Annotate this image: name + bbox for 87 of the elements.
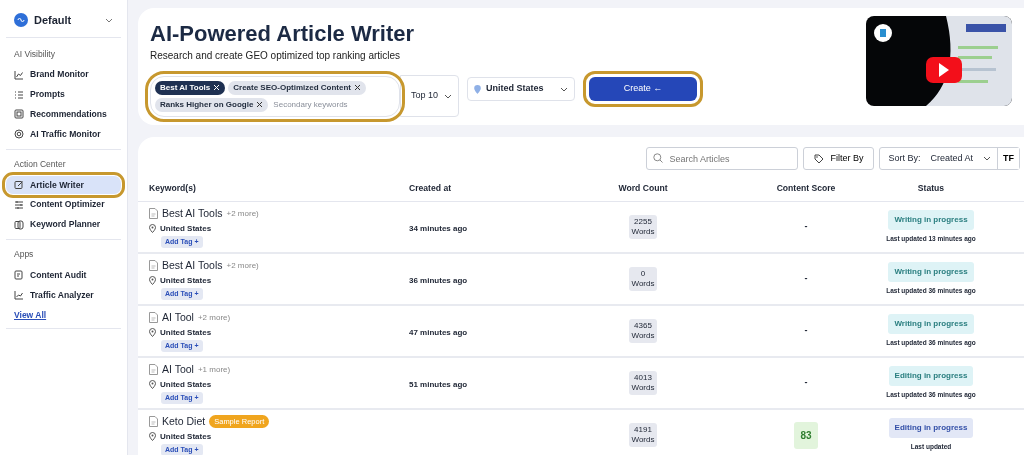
sidebar-item[interactable]: Recommendations — [6, 105, 121, 124]
edit-icon — [14, 180, 24, 190]
column-header: Keyword(s) — [148, 182, 197, 196]
sidebar-item[interactable]: Content Optimizer — [6, 195, 121, 215]
section-title: Apps — [13, 248, 35, 262]
chevron-down-icon[interactable] — [105, 17, 113, 23]
column-header: Status — [916, 182, 946, 196]
word-count-badge: 0 Words — [628, 266, 658, 292]
location-text: United States — [160, 222, 212, 235]
optimizer-icon — [14, 199, 24, 210]
chevron-down-icon — [560, 86, 569, 92]
column-header: Created at — [408, 182, 453, 196]
sidebar-item[interactable]: Brand Monitor — [6, 65, 121, 85]
word-count-badge: 4365 Words — [628, 318, 658, 344]
word-count-badge: 2255 Words — [628, 214, 658, 240]
word-count-badge: 4191 Words — [628, 422, 658, 448]
sidebar-item[interactable]: Content Audit — [6, 266, 121, 285]
keyword-title[interactable]: Best AI Tools — [162, 205, 223, 222]
sidebar-item[interactable]: AI Traffic Monitor — [6, 124, 121, 144]
workspace-name: Default — [34, 13, 73, 28]
list-icon — [14, 89, 24, 100]
location-text: United States — [160, 378, 212, 391]
location-text: United States — [160, 274, 212, 287]
logo-icon — [14, 13, 28, 28]
chart-icon — [14, 290, 24, 301]
content-score: - — [804, 376, 808, 390]
target-icon — [14, 129, 24, 140]
status-badge: Writing in progress — [888, 314, 974, 335]
keyword-title[interactable]: AI Tool — [162, 361, 194, 378]
more-keywords-count: +2 more) — [226, 207, 259, 220]
location-text: United States — [160, 326, 212, 339]
location-pin-icon — [474, 84, 482, 94]
status-badge: Writing in progress — [888, 262, 974, 283]
location-pin-icon — [149, 328, 156, 338]
close-icon[interactable] — [354, 84, 362, 92]
close-icon[interactable] — [256, 101, 264, 109]
document-icon — [149, 208, 158, 220]
content-score-badge: 83 — [794, 421, 818, 449]
chart-icon — [14, 69, 24, 80]
content-score: - — [804, 272, 808, 286]
keyword-title[interactable]: Keto Diet — [162, 413, 206, 430]
status-badge: Writing in progress — [888, 210, 974, 231]
column-header: Content Score — [775, 182, 837, 196]
document-icon — [149, 364, 158, 376]
created-time: 51 minutes ago — [408, 379, 468, 389]
location-pin-icon — [149, 276, 156, 286]
location-select[interactable]: United States — [467, 77, 576, 102]
content-score: - — [804, 324, 808, 338]
status-badge: Editing in progress — [888, 366, 974, 387]
created-time: 47 minutes ago — [408, 327, 468, 337]
keyword-title[interactable]: AI Tool — [162, 309, 194, 326]
more-keywords-count: +2 more) — [226, 259, 259, 272]
audit-icon — [14, 270, 24, 281]
filter-button[interactable]: Filter By — [803, 147, 875, 171]
document-icon — [149, 416, 158, 428]
top-results-select[interactable]: Top 10 — [400, 75, 460, 118]
location-pin-icon — [149, 380, 156, 390]
chevron-down-icon — [444, 93, 453, 99]
more-keywords-count: +1 more) — [197, 363, 231, 376]
page-subtitle: Research and create GEO optimized top ranking articles — [150, 49, 402, 64]
page-title: AI-Powered Article Writer — [150, 22, 416, 47]
status-badge: Editing in progress — [888, 418, 974, 439]
keyword-chip[interactable]: Ranks Higher on Google — [155, 97, 269, 112]
created-time: 36 minutes ago — [408, 275, 468, 285]
keyword-title[interactable]: Best AI Tools — [162, 257, 223, 274]
section-title: AI Visibility — [13, 47, 56, 61]
created-time: 34 minutes ago — [408, 223, 468, 233]
section-title: Action Center — [13, 157, 67, 171]
document-icon — [149, 260, 158, 272]
sidebar-item[interactable]: Traffic Analyzer — [6, 285, 121, 305]
secondary-keywords-input[interactable]: Secondary keywords — [271, 97, 358, 112]
location-pin-icon — [149, 224, 156, 234]
keyword-chip[interactable]: Best AI Tools — [155, 80, 226, 95]
word-count-badge: 4013 Words — [628, 370, 658, 396]
search-field[interactable]: Search Articles — [646, 147, 799, 171]
document-icon — [14, 109, 24, 120]
view-all-link[interactable]: View All — [6, 306, 55, 324]
keyword-chip[interactable]: Create SEO-Optimized Content — [228, 80, 367, 95]
sidebar-item[interactable]: Prompts — [6, 85, 121, 105]
tag-icon — [814, 153, 825, 164]
location-pin-icon — [149, 432, 156, 442]
document-icon — [149, 312, 158, 324]
content-score: - — [804, 220, 808, 234]
column-header: Word Count — [617, 182, 669, 196]
more-keywords-count: +2 more) — [197, 311, 231, 324]
location-text: United States — [160, 430, 212, 443]
sidebar-item[interactable]: Keyword Planner — [6, 215, 121, 235]
